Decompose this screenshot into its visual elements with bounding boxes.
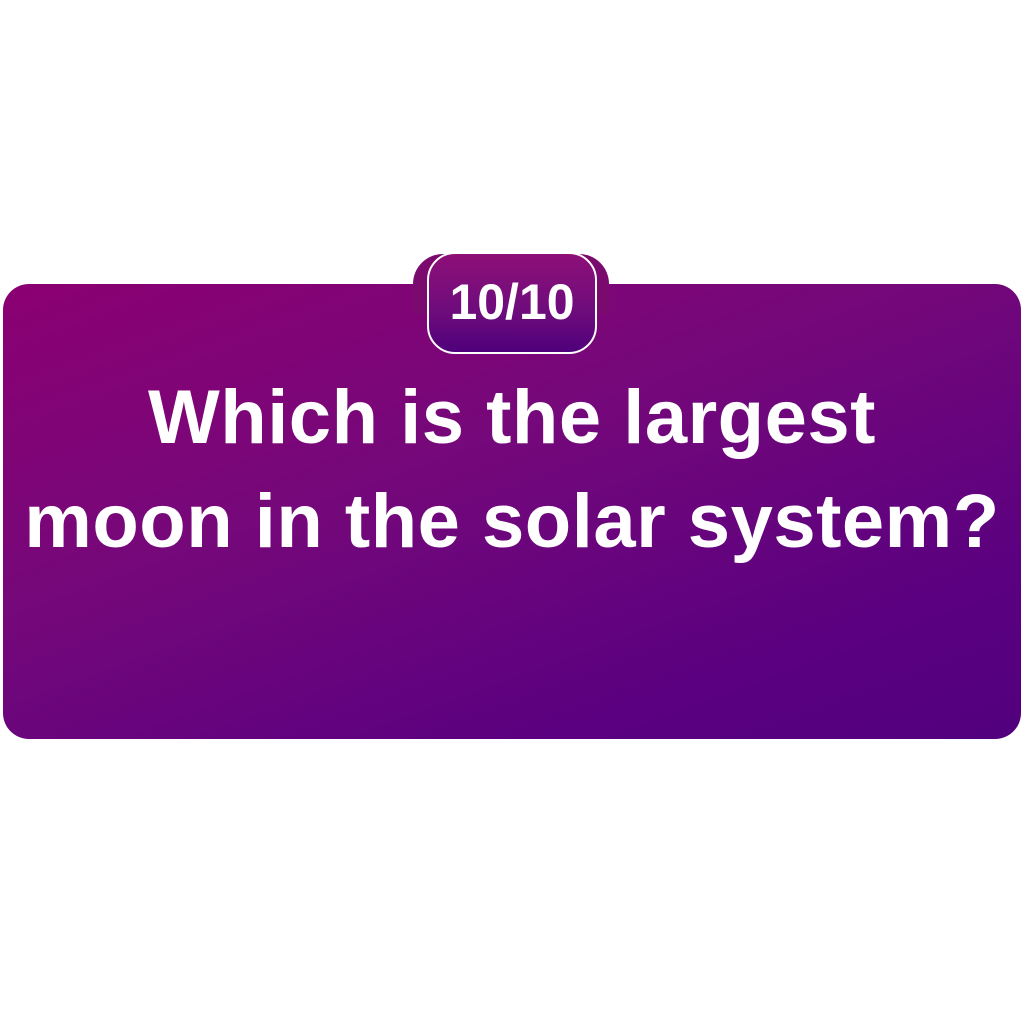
quiz-screen: 10/10 Which is the largest moon in the s… [0, 0, 1024, 1024]
question-line-1: Which is the largest [148, 375, 876, 460]
question-text: Which is the largest moon in the solar s… [0, 366, 1024, 574]
progress-badge: 10/10 [427, 252, 597, 354]
question-line-2: moon in the solar system? [24, 479, 1000, 564]
progress-counter: 10/10 [449, 274, 575, 330]
